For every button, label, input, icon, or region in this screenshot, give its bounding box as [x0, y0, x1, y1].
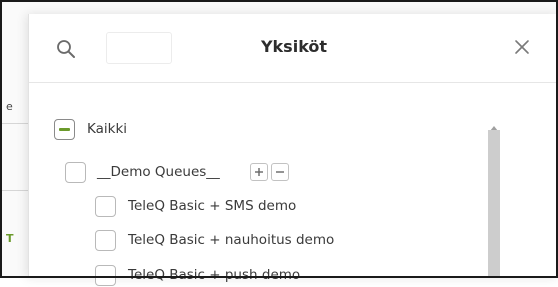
list-item-label: TeleQ Basic + nauhoitus demo — [128, 232, 335, 248]
select-all-checkbox[interactable] — [54, 118, 75, 140]
group-toggle-buttons — [249, 163, 289, 181]
background-text-fragment: e — [6, 100, 13, 113]
expand-button[interactable] — [249, 163, 268, 181]
unit-checkbox[interactable] — [95, 229, 116, 251]
minus-icon — [275, 171, 284, 173]
group-checkbox[interactable] — [65, 161, 86, 183]
list-item: TeleQ Basic + nauhoitus demo — [95, 228, 334, 252]
scroll-up-arrow-icon[interactable] — [487, 119, 501, 131]
list-item-all: Kaikki — [54, 117, 127, 141]
close-icon[interactable] — [513, 38, 531, 56]
collapse-button[interactable] — [270, 163, 289, 181]
background-divider — [0, 190, 28, 191]
list-item: TeleQ Basic + SMS demo — [95, 194, 296, 218]
list-item-group: __Demo Queues__ — [65, 160, 289, 184]
list-item-label: Kaikki — [87, 121, 128, 137]
units-modal: Yksiköt Kaikki __Demo Queues__ TeleQ Bas… — [28, 14, 558, 286]
modal-title: Yksiköt — [260, 37, 328, 56]
background-divider — [0, 123, 28, 124]
unit-checkbox[interactable] — [95, 195, 116, 217]
unit-checkbox[interactable] — [95, 264, 116, 286]
units-list: Kaikki __Demo Queues__ TeleQ Basic + SMS… — [29, 83, 558, 286]
list-item: TeleQ Basic + push demo — [95, 263, 300, 287]
list-scrollbar[interactable] — [487, 119, 501, 278]
scroll-thumb[interactable] — [488, 130, 500, 278]
plus-icon — [254, 168, 263, 176]
list-item-label: TeleQ Basic + push demo — [128, 267, 301, 283]
background-text-fragment: T — [6, 232, 14, 245]
list-item-label: TeleQ Basic + SMS demo — [128, 198, 297, 214]
modal-header: Yksiköt — [29, 14, 558, 83]
group-label: __Demo Queues__ — [97, 164, 220, 180]
